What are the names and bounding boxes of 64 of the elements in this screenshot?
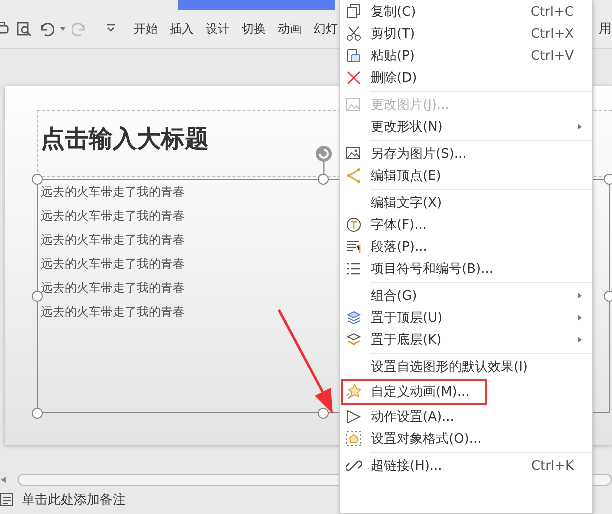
menu-item[interactable]: 字体(F)... [340,214,592,236]
clipboard-icon [346,48,362,64]
layers-icon [346,310,362,326]
font-icon [346,217,362,233]
menu-item[interactable]: 复制(C) Ctrl+C [340,1,592,23]
vertex-icon [346,168,362,184]
resize-handle[interactable] [604,291,612,302]
caret-icon[interactable] [60,27,66,31]
menu-item[interactable]: 粘贴(P) Ctrl+V [340,45,592,67]
menu-item[interactable]: 更改形状(N) [340,116,592,138]
body-text-line: 远去的火车带走了我的青春 [41,232,185,248]
play-icon [346,409,362,425]
menu-item[interactable]: 项目符号和编号(B)... [340,258,592,280]
slide-title: 点击输入大标题 [41,124,209,155]
notes-icon[interactable] [0,493,14,507]
menu-item[interactable]: 剪切(T) Ctrl+X [340,23,592,45]
ribbon-tab[interactable]: 开始 [129,16,163,42]
menu-item[interactable]: 编辑文字(X) [340,192,592,214]
paragraph-icon [346,239,362,255]
resize-handle[interactable] [318,408,329,419]
menu-item[interactable]: 自定义动画(M)... [340,379,592,405]
scroll-left-icon[interactable] [0,477,6,483]
notes-placeholder[interactable]: 单击此处添加备注 [22,491,126,509]
print-preview-icon[interactable] [16,21,32,37]
star-icon [346,384,362,400]
resize-handle[interactable] [604,174,612,185]
menu-item[interactable]: 另存为图片(S)... [340,143,592,165]
ribbon-tab[interactable]: 动画 [273,16,307,42]
picture-icon [346,146,362,162]
menu-item[interactable]: 置于顶层(U) [340,307,592,329]
menu-item[interactable]: 段落(P)... [340,236,592,258]
copy-icon [346,4,362,20]
menu-item[interactable]: 置于底层(K) [340,329,592,351]
resize-handle[interactable] [318,174,329,185]
link-icon [346,458,362,474]
body-text-line: 远去的火车带走了我的青春 [41,256,185,272]
more-icon[interactable] [106,24,116,34]
body-text-line: 远去的火车带走了我的青春 [41,208,185,224]
picture-icon [346,97,362,113]
ribbon-tab[interactable]: 幻灯 [309,16,343,42]
menu-item[interactable]: 动作设置(A)... [340,406,592,428]
body-text-line: 远去的火车带走了我的青春 [41,304,185,320]
ribbon-tab[interactable]: 插入 [165,16,199,42]
body-text-line: 远去的火车带走了我的青春 [41,184,185,200]
menu-item[interactable]: 超链接(H)... Ctrl+K [340,455,592,477]
ribbon-tab[interactable]: 切换 [237,16,271,42]
resize-handle[interactable] [32,174,43,185]
scissors-icon [346,26,362,42]
rotate-handle[interactable] [315,145,333,174]
layers-icon [346,332,362,348]
undo-icon[interactable] [38,21,54,37]
menu-item[interactable]: 组合(G) [340,285,592,307]
resize-handle[interactable] [32,291,43,302]
list-icon [346,261,362,277]
format-shape-icon [346,431,362,447]
menu-item[interactable]: 编辑顶点(E) [340,165,592,187]
delete-icon [346,70,362,86]
menu-item[interactable]: 设置自选图形的默认效果(I) [340,356,592,378]
menu-item[interactable]: 设置对象格式(O)... [340,428,592,450]
ribbon-tab[interactable]: 设计 [201,16,235,42]
menu-item[interactable]: 删除(D) [340,67,592,89]
ribbon-tab-label[interactable]: 用 [599,20,612,38]
resize-handle[interactable] [32,408,43,419]
body-text-line: 远去的火车带走了我的青春 [41,280,185,296]
